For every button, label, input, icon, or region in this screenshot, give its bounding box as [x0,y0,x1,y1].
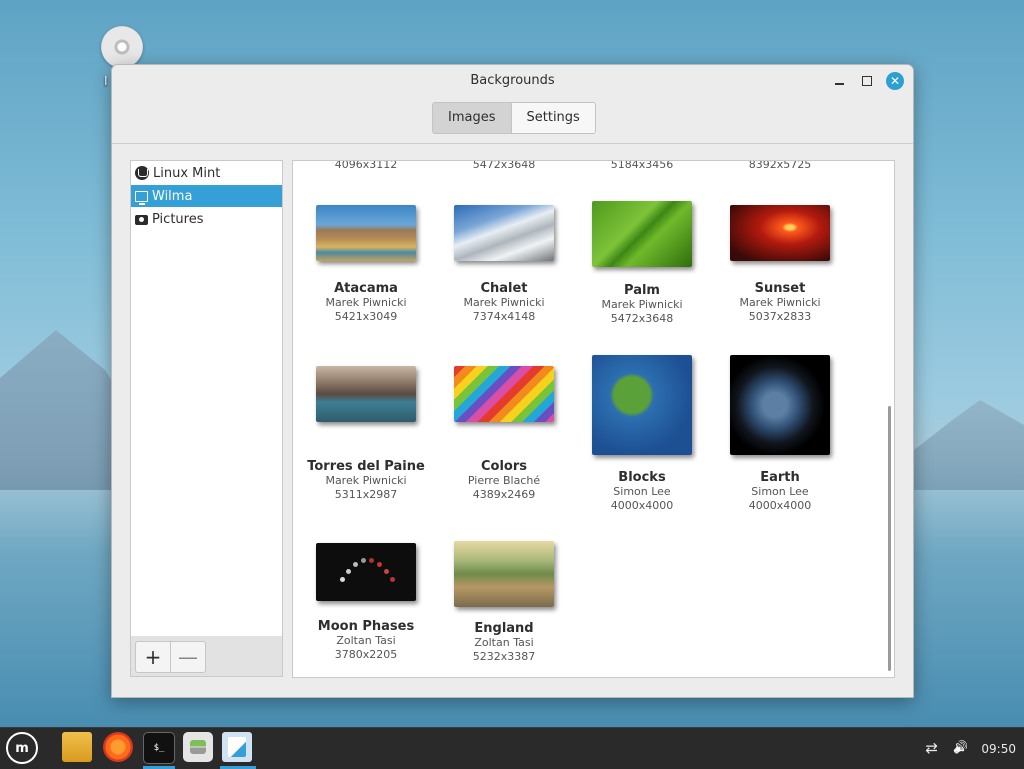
wallpaper-name: Atacama [334,281,398,296]
partial-item-size: 5184x3456 [610,160,674,171]
wallpaper-name: Moon Phases [317,619,415,634]
wallpaper-thumbnail [592,355,692,455]
wallpaper-item-atacama[interactable]: Atacama Marek Piwnicki 5421x3049 [297,205,435,324]
wallpaper-size: 4389x2469 [472,488,536,501]
settings-launcher[interactable] [183,732,213,762]
wallpaper-author: Simon Lee [613,485,671,498]
wallpaper-size: 4000x4000 [610,499,674,512]
wallpaper-author: Zoltan Tasi [474,636,534,649]
wallpaper-size: 5311x2987 [334,488,398,501]
view-tabs: Images Settings [432,102,596,134]
add-folder-button[interactable]: + [135,641,171,673]
backgrounds-app-icon [228,737,246,757]
wallpaper-size: 5472x3648 [610,312,674,325]
wallpaper-name: Palm [624,283,660,298]
wallpaper-size: 5421x3049 [334,310,398,323]
wallpaper-item-chalet[interactable]: Chalet Marek Piwnicki 7374x4148 [435,205,573,324]
wallpaper-item-sunset[interactable]: Sunset Marek Piwnicki 5037x2833 [711,205,849,324]
wallpaper-thumbnail [730,355,830,455]
taskbar: m $_ 09:50 [0,727,1024,769]
terminal-icon: $_ [153,743,165,753]
wallpaper-item-earth[interactable]: Earth Simon Lee 4000x4000 [711,355,849,513]
wallpaper-author: Marek Piwnicki [463,296,545,309]
maximize-button[interactable] [858,72,876,90]
grid-scrollbar[interactable] [888,406,891,671]
wallpaper-author: Marek Piwnicki [325,474,407,487]
minimize-button[interactable] [830,72,848,90]
wallpaper-thumbnail [592,201,692,267]
wallpaper-grid: 4096x3112 5472x3648 5184x3456 8392x5725 … [292,160,895,678]
wallpaper-name: Sunset [754,281,806,296]
wallpaper-author: Pierre Blaché [467,474,541,487]
sidebar-item-label: Wilma [152,188,193,204]
wallpaper-name: Colors [480,459,527,474]
wallpaper-item-blocks[interactable]: Blocks Simon Lee 4000x4000 [573,355,711,513]
wallpaper-author: Simon Lee [751,485,809,498]
wallpaper-size: 4000x4000 [748,499,812,512]
sidebar-item-linux-mint[interactable]: Linux Mint [131,162,282,184]
partial-item-size: 4096x3112 [334,160,398,171]
files-launcher[interactable] [62,732,92,762]
backgrounds-window: Backgrounds ✕ Images Settings Linux Mint… [111,64,914,698]
mint-logo-icon [135,166,149,180]
tab-images[interactable]: Images [433,103,512,133]
desktop-icon-label[interactable]: I [104,74,108,88]
sidebar-toolbar: + — [130,636,283,677]
wallpaper-thumbnail [454,366,554,422]
wallpaper-name: Torres del Paine [307,459,425,474]
wallpaper-item-moon-phases[interactable]: Moon Phases Zoltan Tasi 3780x2205 [297,543,435,662]
wallpaper-item-palm[interactable]: Palm Marek Piwnicki 5472x3648 [573,201,711,326]
volume-icon[interactable] [953,742,969,756]
wallpaper-size: 5037x2833 [748,310,812,323]
wallpaper-name: Chalet [480,281,528,296]
monitor-icon [135,190,148,205]
wallpaper-item-colors[interactable]: Colors Pierre Blaché 4389x2469 [435,366,573,502]
sidebar-item-label: Linux Mint [153,165,221,181]
wallpaper-size: 5232x3387 [472,650,536,663]
sidebar-item-label: Pictures [152,211,204,227]
partial-item-size: 5472x3648 [472,160,536,171]
network-disconnected-icon[interactable] [925,739,941,757]
wallpaper-thumbnail [316,205,416,261]
maximize-icon [862,76,872,86]
wallpaper-thumbnail [316,366,416,422]
wallpaper-author: Marek Piwnicki [739,296,821,309]
wallpaper-name: Blocks [618,470,666,485]
minimize-icon [834,83,844,85]
wallpaper-thumbnail [730,205,830,261]
partial-item-size: 8392x5725 [748,160,812,171]
wallpaper-size: 7374x4148 [472,310,536,323]
camera-icon [135,215,148,225]
system-tray: 09:50 [925,728,1016,769]
wallpaper-author: Marek Piwnicki [325,296,407,309]
sidebar-item-pictures[interactable]: Pictures [131,208,282,230]
wallpaper-name: Earth [760,470,800,485]
window-titlebar[interactable]: Backgrounds ✕ Images Settings [112,65,913,144]
wallpaper-thumbnail [454,541,554,607]
mint-logo-icon: m [15,740,29,756]
disc-drive-icon[interactable] [101,26,143,68]
wallpaper-author: Marek Piwnicki [601,298,683,311]
clock[interactable]: 09:50 [981,742,1016,756]
wallpaper-item-torres-del-paine[interactable]: Torres del Paine Marek Piwnicki 5311x298… [297,366,435,502]
backgrounds-window-button[interactable] [222,732,252,762]
wallpaper-name: England [474,621,534,636]
wallpaper-size: 3780x2205 [334,648,398,661]
remove-folder-button[interactable]: — [170,641,206,673]
close-button[interactable]: ✕ [886,72,904,90]
desktop-scenery-right [914,400,1024,490]
wallpaper-thumbnail [316,543,416,601]
close-icon: ✕ [889,74,901,88]
terminal-launcher[interactable]: $_ [143,732,175,764]
mint-menu-button[interactable]: m [6,732,38,764]
tab-settings[interactable]: Settings [511,103,595,133]
wallpaper-thumbnail [454,205,554,261]
firefox-launcher[interactable] [103,732,133,762]
toggle-settings-icon [190,740,206,754]
collections-sidebar: Linux Mint Wilma Pictures [130,160,283,638]
wallpaper-author: Zoltan Tasi [336,634,396,647]
sidebar-item-wilma[interactable]: Wilma [131,185,282,207]
wallpaper-item-england[interactable]: England Zoltan Tasi 5232x3387 [435,541,573,664]
window-title: Backgrounds [470,73,555,88]
